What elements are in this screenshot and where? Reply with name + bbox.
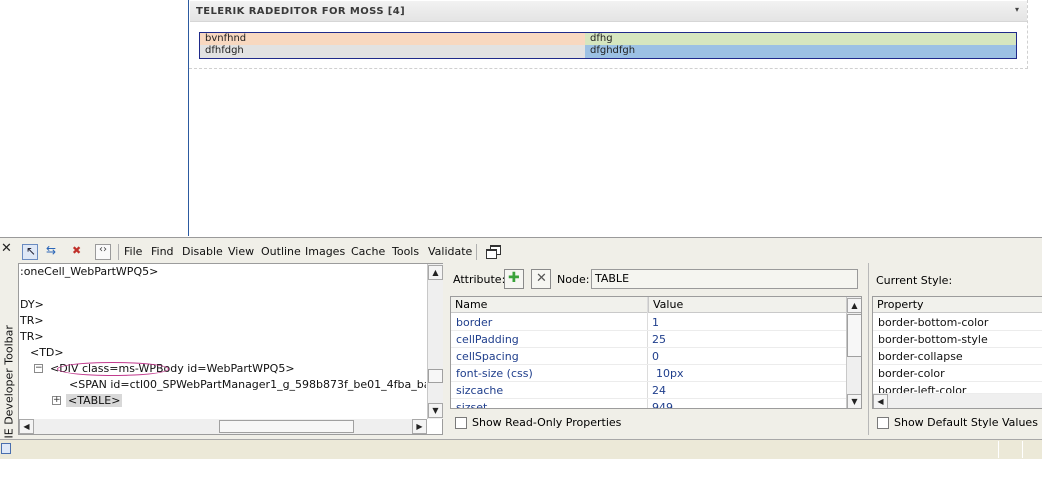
attribute-value[interactable]: 1 <box>652 316 659 329</box>
node-label: Node: <box>557 273 590 286</box>
dom-tree-pane[interactable] <box>18 263 443 435</box>
page-icon <box>1 443 11 454</box>
attribute-name: sizcache <box>456 384 504 397</box>
highlight-ellipse <box>57 362 169 376</box>
style-property: border-left-color <box>878 384 967 394</box>
select-element-icon[interactable] <box>22 244 38 260</box>
tree-node[interactable]: TR> <box>20 314 44 327</box>
close-icon[interactable]: ✕ <box>1 241 12 256</box>
style-property: border-bottom-color <box>878 316 989 329</box>
tree-node-span[interactable]: <SPAN id=ctl00_SPWebPartManager1_g_598b8… <box>69 378 426 391</box>
scroll-down-icon[interactable]: ▼ <box>428 403 443 418</box>
attribute-value[interactable]: 0 <box>652 350 659 363</box>
attribute-value[interactable]: 24 <box>652 384 666 397</box>
style-horizontal-scrollbar[interactable] <box>873 394 1042 408</box>
menu-images[interactable]: Images <box>305 245 345 258</box>
table-row[interactable]: sizcache 24 <box>451 382 846 399</box>
table-cell[interactable]: dfghdfgh <box>585 45 1016 58</box>
scroll-up-icon[interactable]: ▲ <box>847 298 861 313</box>
table-row[interactable]: border-collapse <box>873 348 1042 365</box>
column-header-property[interactable]: Property <box>873 297 1042 313</box>
scroll-thumb[interactable] <box>219 420 354 433</box>
toolbar-divider <box>476 244 477 260</box>
status-divider <box>998 441 999 458</box>
restore-window-icon[interactable] <box>486 245 501 259</box>
table-cell[interactable]: bvnfhnd <box>200 33 585 45</box>
show-default-checkbox[interactable] <box>877 417 889 429</box>
attribute-value[interactable]: 949 <box>652 401 673 408</box>
show-readonly-checkbox[interactable] <box>455 417 467 429</box>
menu-find[interactable]: Find <box>151 245 174 258</box>
scroll-right-icon[interactable]: ▶ <box>412 419 427 434</box>
scroll-left-icon[interactable]: ◀ <box>19 419 34 434</box>
style-property: border-color <box>878 367 945 380</box>
table-row[interactable]: border 1 <box>451 314 846 331</box>
attribute-name: font-size (css) <box>456 367 533 380</box>
delete-attribute-button[interactable] <box>531 269 551 289</box>
menu-validate[interactable]: Validate <box>428 245 472 258</box>
tree-vertical-scrollbar[interactable] <box>427 264 443 419</box>
webpart-table: bvnfhnd dfhg dfhfdgh dfghdfgh <box>199 32 1017 59</box>
toolbar-divider <box>118 244 119 260</box>
scroll-up-icon[interactable]: ▲ <box>428 265 443 280</box>
refresh-dom-icon[interactable] <box>45 243 61 260</box>
menu-view[interactable]: View <box>228 245 254 258</box>
current-style-label: Current Style: <box>876 274 953 287</box>
table-row[interactable]: border-bottom-color <box>873 314 1042 331</box>
menu-tools[interactable]: Tools <box>392 245 419 258</box>
style-grid[interactable]: Property border-bottom-color border-bott… <box>872 296 1042 409</box>
status-bar <box>0 439 1042 459</box>
tree-node[interactable]: <TD> <box>30 346 64 359</box>
webpart-title: TELERIK RADEDITOR FOR MOSS [4] <box>196 6 406 17</box>
column-header-value[interactable]: Value <box>648 297 846 313</box>
style-property: border-collapse <box>878 350 963 363</box>
table-row[interactable]: cellPadding 25 <box>451 331 846 348</box>
toolbar-vertical-title: IE Developer Toolbar <box>1 325 16 440</box>
column-header-name[interactable]: Name <box>451 297 648 313</box>
toolbar-title-text: IE Developer Toolbar <box>2 325 16 439</box>
tree-node[interactable]: TR> <box>20 330 44 343</box>
table-row[interactable]: cellSpacing 0 <box>451 348 846 365</box>
table-row[interactable]: border-left-color <box>873 382 1042 394</box>
node-name-field[interactable]: TABLE <box>591 269 858 289</box>
attribute-name: border <box>456 316 493 329</box>
table-row[interactable]: font-size (css) 10px <box>451 365 846 382</box>
menu-file[interactable]: File <box>124 245 142 258</box>
tree-node[interactable]: DY> <box>20 298 44 311</box>
table-row[interactable]: sizset 949 <box>451 399 846 409</box>
show-default-label: Show Default Style Values <box>894 416 1038 429</box>
collapse-icon[interactable]: − <box>34 364 43 373</box>
scroll-left-icon[interactable]: ◀ <box>873 394 888 408</box>
expand-icon[interactable]: + <box>52 396 61 405</box>
webpart-menu-icon[interactable]: ▾ <box>1015 5 1019 14</box>
attribute-label: Attribute: <box>453 273 506 286</box>
clear-outline-icon[interactable] <box>70 244 86 260</box>
menu-cache[interactable]: Cache <box>351 245 385 258</box>
attribute-name: cellSpacing <box>456 350 519 363</box>
status-divider <box>1022 441 1023 458</box>
show-readonly-label: Show Read-Only Properties <box>472 416 622 429</box>
attribute-value[interactable]: 25 <box>652 333 666 346</box>
attribute-name: cellPadding <box>456 333 519 346</box>
style-property: border-bottom-style <box>878 333 988 346</box>
tree-node-table-selected[interactable]: <TABLE> <box>66 394 123 407</box>
menu-outline[interactable]: Outline <box>261 245 301 258</box>
table-row[interactable]: border-bottom-style <box>873 331 1042 348</box>
table-row[interactable]: border-color <box>873 365 1042 382</box>
scroll-thumb[interactable] <box>428 369 443 383</box>
menu-disable[interactable]: Disable <box>182 245 223 258</box>
tree-node[interactable]: :oneCell_WebPartWPQ5> <box>20 265 158 278</box>
attribute-name: sizset <box>456 401 488 409</box>
attributes-grid[interactable]: Name Value border 1 cellPadding 25 cellS… <box>450 296 862 409</box>
table-cell[interactable]: dfhfdgh <box>200 45 585 58</box>
attribute-value[interactable]: 10px <box>656 367 684 380</box>
scroll-down-icon[interactable]: ▼ <box>847 394 861 408</box>
scroll-thumb[interactable] <box>847 314 861 357</box>
add-attribute-button[interactable] <box>504 269 524 289</box>
view-source-icon[interactable] <box>95 244 111 260</box>
table-cell[interactable]: dfhg <box>585 33 1016 45</box>
